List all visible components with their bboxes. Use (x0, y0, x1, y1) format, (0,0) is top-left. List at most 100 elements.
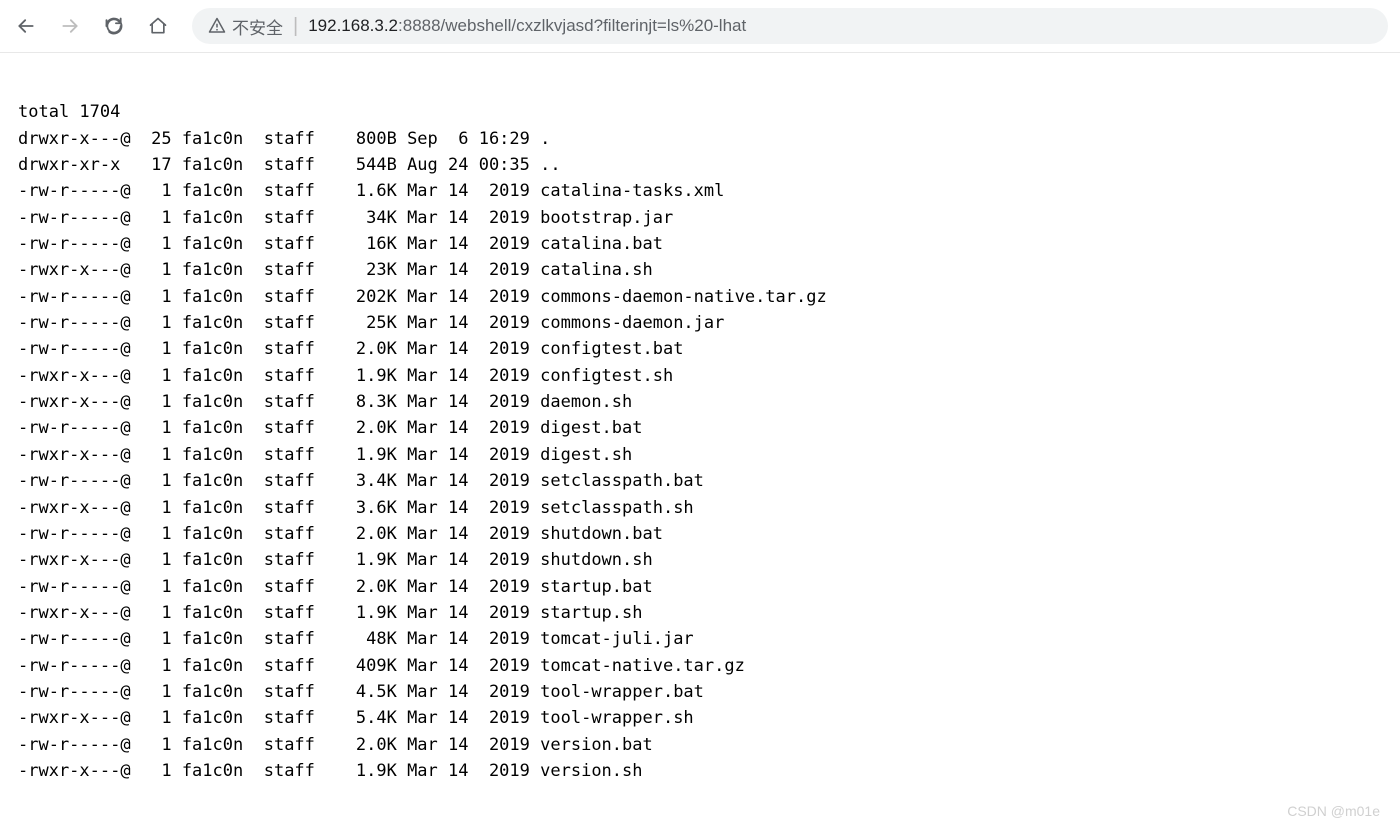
perm: -rw-r-----@ (18, 339, 131, 359)
perm: drwxr-xr-x (18, 155, 131, 175)
file-row: -rwxr-x---@ 1 fa1c0n staff 1.9K Mar 14 2… (18, 600, 1382, 626)
filename: tomcat-native.tar.gz (540, 656, 745, 676)
links: 1 (141, 418, 172, 438)
date: Mar 14 2019 (407, 339, 530, 359)
links: 1 (141, 234, 172, 254)
perm: -rw-r-----@ (18, 524, 131, 544)
user: fa1c0n (182, 708, 243, 728)
user: fa1c0n (182, 682, 243, 702)
links: 1 (141, 735, 172, 755)
group: staff (264, 682, 315, 702)
date: Mar 14 2019 (407, 708, 530, 728)
links: 17 (141, 155, 172, 175)
filename: daemon.sh (540, 392, 632, 412)
filename: commons-daemon.jar (540, 313, 724, 333)
file-row: -rwxr-x---@ 1 fa1c0n staff 1.9K Mar 14 2… (18, 547, 1382, 573)
file-row: -rwxr-x---@ 1 fa1c0n staff 8.3K Mar 14 2… (18, 389, 1382, 415)
date: Mar 14 2019 (407, 656, 530, 676)
file-row: -rw-r-----@ 1 fa1c0n staff 202K Mar 14 2… (18, 284, 1382, 310)
browser-toolbar: 不安全 | 192.168.3.2:8888/webshell/cxzlkvja… (0, 0, 1400, 53)
user: fa1c0n (182, 445, 243, 465)
group: staff (264, 550, 315, 570)
links: 1 (141, 550, 172, 570)
perm: -rw-r-----@ (18, 234, 131, 254)
date: Mar 14 2019 (407, 418, 530, 438)
user: fa1c0n (182, 234, 243, 254)
size: 2.0K (335, 524, 396, 544)
size: 2.0K (335, 577, 396, 597)
group: staff (264, 708, 315, 728)
size: 48K (335, 629, 396, 649)
reload-button[interactable] (100, 12, 128, 40)
filename: catalina.sh (540, 260, 653, 280)
file-row: -rwxr-x---@ 1 fa1c0n staff 1.9K Mar 14 2… (18, 758, 1382, 784)
user: fa1c0n (182, 656, 243, 676)
group: staff (264, 735, 315, 755)
user: fa1c0n (182, 471, 243, 491)
nav-buttons (12, 12, 182, 40)
user: fa1c0n (182, 392, 243, 412)
file-row: -rw-r-----@ 1 fa1c0n staff 2.0K Mar 14 2… (18, 574, 1382, 600)
arrow-right-icon (60, 16, 80, 36)
user: fa1c0n (182, 208, 243, 228)
user: fa1c0n (182, 129, 243, 149)
address-bar[interactable]: 不安全 | 192.168.3.2:8888/webshell/cxzlkvja… (192, 8, 1388, 44)
date: Mar 14 2019 (407, 366, 530, 386)
warning-icon (208, 17, 226, 35)
home-icon (148, 16, 168, 36)
links: 1 (141, 313, 172, 333)
watermark: CSDN @m01e (1287, 803, 1380, 819)
perm: -rwxr-x---@ (18, 366, 131, 386)
insecure-warning[interactable]: 不安全 (208, 14, 283, 39)
filename: . (540, 129, 550, 149)
arrow-left-icon (16, 16, 36, 36)
date: Mar 14 2019 (407, 287, 530, 307)
filename: configtest.bat (540, 339, 683, 359)
date: Mar 14 2019 (407, 629, 530, 649)
user: fa1c0n (182, 339, 243, 359)
url-text: 192.168.3.2:8888/webshell/cxzlkvjasd?fil… (308, 16, 746, 36)
file-row: -rwxr-x---@ 1 fa1c0n staff 5.4K Mar 14 2… (18, 705, 1382, 731)
size: 8.3K (335, 392, 396, 412)
file-row: -rw-r-----@ 1 fa1c0n staff 409K Mar 14 2… (18, 653, 1382, 679)
size: 409K (335, 656, 396, 676)
links: 1 (141, 708, 172, 728)
links: 1 (141, 445, 172, 465)
filename: shutdown.sh (540, 550, 653, 570)
size: 1.9K (335, 366, 396, 386)
filename: tool-wrapper.sh (540, 708, 694, 728)
file-row: -rw-r-----@ 1 fa1c0n staff 2.0K Mar 14 2… (18, 415, 1382, 441)
links: 1 (141, 656, 172, 676)
user: fa1c0n (182, 761, 243, 781)
date: Mar 14 2019 (407, 603, 530, 623)
back-button[interactable] (12, 12, 40, 40)
perm: -rwxr-x---@ (18, 761, 131, 781)
date: Mar 14 2019 (407, 181, 530, 201)
size: 2.0K (335, 339, 396, 359)
date: Mar 14 2019 (407, 735, 530, 755)
date: Mar 14 2019 (407, 313, 530, 333)
perm: drwxr-x---@ (18, 129, 131, 149)
user: fa1c0n (182, 498, 243, 518)
perm: -rw-r-----@ (18, 471, 131, 491)
file-row: -rwxr-x---@ 1 fa1c0n staff 1.9K Mar 14 2… (18, 363, 1382, 389)
user: fa1c0n (182, 260, 243, 280)
filename: digest.bat (540, 418, 642, 438)
date: Mar 14 2019 (407, 577, 530, 597)
forward-button[interactable] (56, 12, 84, 40)
perm: -rw-r-----@ (18, 577, 131, 597)
file-row: drwxr-x---@ 25 fa1c0n staff 800B Sep 6 1… (18, 126, 1382, 152)
file-row: -rw-r-----@ 1 fa1c0n staff 2.0K Mar 14 2… (18, 732, 1382, 758)
group: staff (264, 366, 315, 386)
size: 25K (335, 313, 396, 333)
file-row: -rw-r-----@ 1 fa1c0n staff 4.5K Mar 14 2… (18, 679, 1382, 705)
size: 34K (335, 208, 396, 228)
date: Mar 14 2019 (407, 524, 530, 544)
filename: startup.bat (540, 577, 653, 597)
size: 16K (335, 234, 396, 254)
url-path: :8888/webshell/cxzlkvjasd?filterinjt=ls%… (398, 16, 746, 35)
group: staff (264, 418, 315, 438)
date: Mar 14 2019 (407, 260, 530, 280)
date: Mar 14 2019 (407, 471, 530, 491)
home-button[interactable] (144, 12, 172, 40)
